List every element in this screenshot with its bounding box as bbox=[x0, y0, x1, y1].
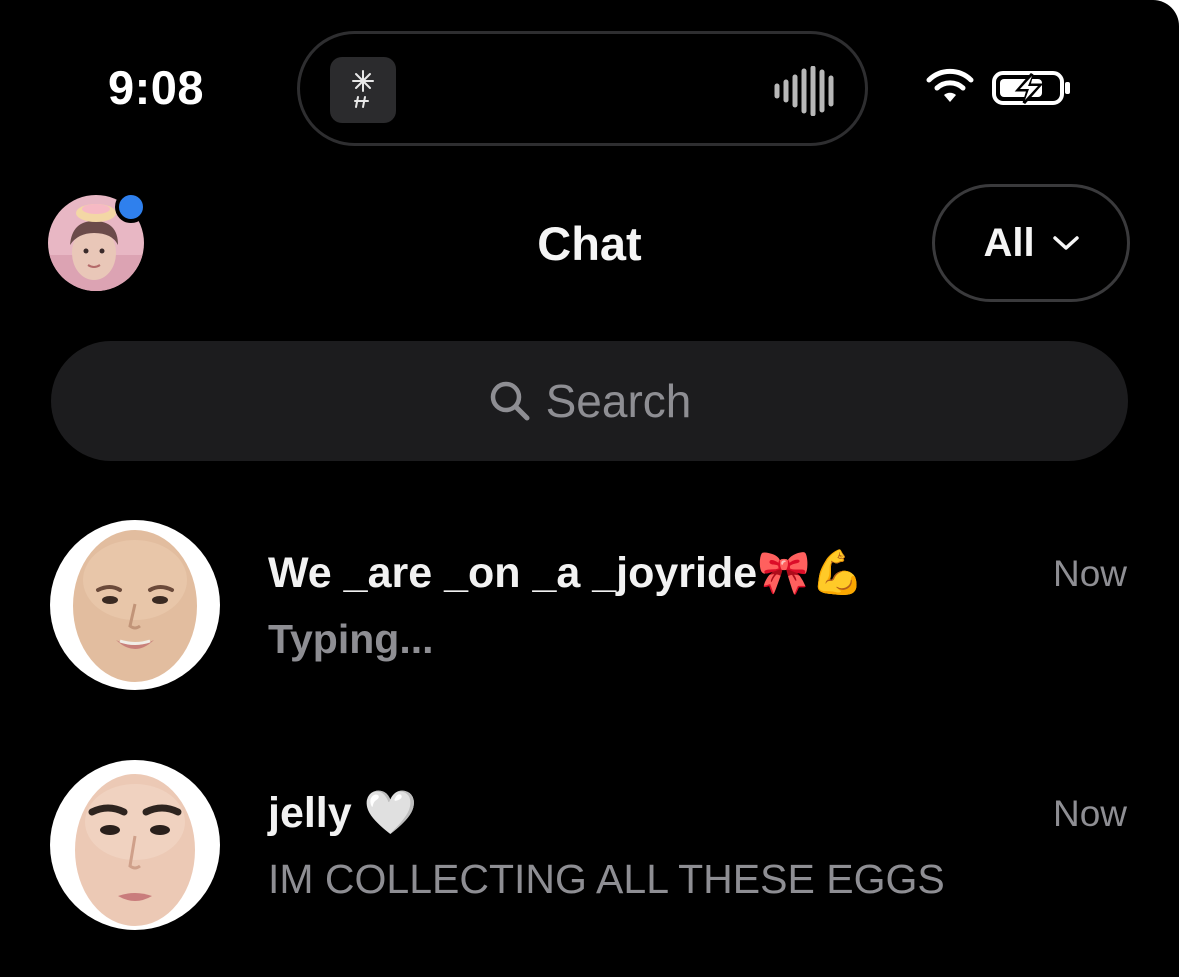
chat-list-item[interactable]: We _are _on _a _joyride🎀💪 Typing... Now bbox=[0, 518, 1179, 698]
filter-dropdown-button[interactable]: All bbox=[932, 184, 1130, 302]
chat-name: We _are _on _a _joyride🎀💪 bbox=[268, 549, 865, 597]
chat-list-item[interactable]: jelly 🤍 IM COLLECTING ALL THESE EGGS Now bbox=[0, 758, 1179, 938]
chevron-down-icon bbox=[1052, 236, 1079, 250]
status-time: 9:08 bbox=[108, 61, 205, 114]
avatar bbox=[50, 520, 220, 690]
now-playing-artwork bbox=[330, 57, 396, 123]
chat-preview: Typing... bbox=[268, 616, 434, 662]
wifi-icon bbox=[926, 68, 974, 102]
avatar bbox=[50, 760, 220, 930]
search-input[interactable]: Search bbox=[51, 341, 1128, 461]
chat-timestamp: Now bbox=[1052, 793, 1127, 834]
dynamic-island[interactable] bbox=[297, 31, 868, 146]
audio-wave-icon bbox=[774, 66, 834, 116]
battery-charging-icon bbox=[992, 71, 1070, 105]
chat-screen: 9:08 Chat All Search We _are _on _a _joy… bbox=[0, 0, 1179, 977]
search-icon bbox=[490, 381, 530, 421]
search-placeholder: Search bbox=[545, 375, 692, 427]
chat-name: jelly 🤍 bbox=[268, 789, 418, 837]
filter-label: All bbox=[983, 220, 1035, 265]
chat-timestamp: Now bbox=[1052, 553, 1127, 594]
chat-preview: IM COLLECTING ALL THESE EGGS bbox=[268, 856, 945, 902]
